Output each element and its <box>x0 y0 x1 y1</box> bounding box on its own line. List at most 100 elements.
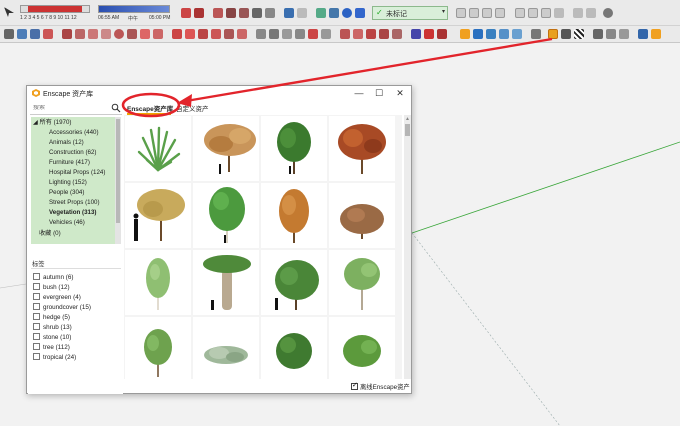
bottom-view-icon[interactable] <box>541 8 551 18</box>
eraser-icon[interactable] <box>43 29 53 39</box>
search-icon[interactable] <box>111 103 121 113</box>
shaded-icon[interactable] <box>239 8 249 18</box>
warehouse-icon[interactable] <box>424 29 434 39</box>
asset-tile-agave[interactable] <box>125 116 191 181</box>
dimension-icon[interactable] <box>269 29 279 39</box>
enscape-materials-icon[interactable] <box>606 29 616 39</box>
asset-tile-red-maple[interactable] <box>329 116 395 181</box>
tree-item-construction[interactable]: Construction (62) <box>31 148 115 158</box>
enscape-info-icon[interactable] <box>651 29 661 39</box>
tree-item-favorites[interactable]: 收藏 (0) <box>31 229 115 239</box>
asset-tile-green-tree[interactable] <box>261 116 327 181</box>
top-view-icon[interactable] <box>469 8 479 18</box>
tape-measure-icon[interactable] <box>256 29 266 39</box>
tree-scrollbar[interactable] <box>115 117 121 244</box>
asset-tile-orange-tree[interactable] <box>261 183 327 248</box>
pan-icon[interactable] <box>329 8 339 18</box>
scale-icon[interactable] <box>224 29 234 39</box>
tag-filter-tree[interactable]: tree (112) <box>33 343 70 353</box>
outliner-icon[interactable] <box>411 29 421 39</box>
asset-tile-sparse-tree[interactable] <box>329 250 395 315</box>
enscape-upload-icon[interactable] <box>561 29 571 39</box>
enscape-qr-icon[interactable] <box>574 29 584 39</box>
tag-filter-stone[interactable]: stone (10) <box>33 333 71 343</box>
tree-item-all[interactable]: ◢ 所有 (1970) <box>31 118 115 128</box>
follow-me-icon[interactable] <box>211 29 221 39</box>
search-input[interactable] <box>33 105 111 111</box>
select-icon[interactable] <box>4 29 14 39</box>
tag-filter-autumn[interactable]: autumn (6) <box>33 273 73 283</box>
enscape-capture-icon[interactable] <box>499 29 509 39</box>
polygon-icon[interactable] <box>127 29 137 39</box>
checkbox[interactable] <box>33 273 40 280</box>
walk-icon[interactable] <box>573 8 583 18</box>
enscape-sync-icon[interactable] <box>473 29 483 39</box>
tag-filter-shrub[interactable]: shrub (13) <box>33 323 72 333</box>
line-icon[interactable] <box>62 29 72 39</box>
shadow-time-slider[interactable] <box>98 5 170 13</box>
title-bar[interactable]: Enscape 资产库 — ☐ ✕ <box>27 86 411 101</box>
checkbox[interactable] <box>33 333 40 340</box>
scroll-up-arrow-icon[interactable]: ▲ <box>405 116 410 122</box>
offline-assets-toggle[interactable]: 离线Enscape资产 <box>351 381 410 391</box>
scroll-thumb[interactable] <box>116 119 120 223</box>
flip-edge-icon[interactable] <box>392 29 402 39</box>
drape-icon[interactable] <box>353 29 363 39</box>
tag-filter-groundcover[interactable]: groundcover (15) <box>33 303 91 313</box>
asset-tile-shrub[interactable] <box>329 317 395 379</box>
close-button[interactable]: ✕ <box>393 87 407 100</box>
asset-tile-bush[interactable] <box>261 317 327 379</box>
zoom-icon[interactable] <box>342 8 352 18</box>
tab-enscape-library[interactable]: Enscape资产库 <box>127 103 173 115</box>
rectangle-icon[interactable] <box>88 29 98 39</box>
search-field[interactable] <box>30 103 122 115</box>
checkbox[interactable] <box>33 343 40 350</box>
asset-tile-yellow-tree[interactable] <box>125 183 191 248</box>
tree-item-lighting[interactable]: Lighting (152) <box>31 178 115 188</box>
tag-filter-evergreen[interactable]: evergreen (4) <box>33 293 81 303</box>
geo-location-icon[interactable] <box>603 8 613 18</box>
look-around-icon[interactable] <box>586 8 596 18</box>
xray-style-icon[interactable] <box>181 8 191 18</box>
extension-icon[interactable] <box>437 29 447 39</box>
arc-icon[interactable] <box>140 29 150 39</box>
move-icon[interactable] <box>172 29 182 39</box>
asset-tile-birch-tree[interactable] <box>193 183 259 248</box>
tag-filter-tropical[interactable]: tropical (24) <box>33 353 76 363</box>
sandbox-icon[interactable] <box>340 29 350 39</box>
stamp-icon[interactable] <box>366 29 376 39</box>
zoom-extents-icon[interactable] <box>355 8 365 18</box>
checkbox[interactable] <box>33 323 40 330</box>
offline-checkbox[interactable] <box>351 381 358 390</box>
iso-view-icon[interactable] <box>456 8 466 18</box>
tree-item-hospital-props[interactable]: Hospital Props (124) <box>31 168 115 178</box>
shadow-month-slider[interactable] <box>20 5 90 13</box>
section-plane-icon[interactable] <box>284 8 294 18</box>
hidden-line-icon[interactable] <box>226 8 236 18</box>
minimize-button[interactable]: — <box>352 87 366 100</box>
axes-icon[interactable] <box>308 29 318 39</box>
enscape-views-icon[interactable] <box>486 29 496 39</box>
component-icon[interactable] <box>17 29 27 39</box>
wireframe-icon[interactable] <box>213 8 223 18</box>
tag-filter-bush[interactable]: bush (12) <box>33 283 70 293</box>
enscape-settings-icon[interactable] <box>593 29 603 39</box>
rotate-icon[interactable] <box>198 29 208 39</box>
tree-item-accessories[interactable]: Accessories (440) <box>31 128 115 138</box>
maximize-button[interactable]: ☐ <box>372 87 386 100</box>
offset-icon[interactable] <box>237 29 247 39</box>
enscape-start-icon[interactable] <box>460 29 470 39</box>
shaded-textures-icon[interactable] <box>252 8 262 18</box>
circle-icon[interactable] <box>114 29 124 39</box>
asset-tile-autumn-tree[interactable] <box>193 116 259 181</box>
camera-position-icon[interactable] <box>554 8 564 18</box>
back-edges-icon[interactable] <box>194 8 204 18</box>
protractor-icon[interactable] <box>282 29 292 39</box>
tree-item-vehicles[interactable]: Vehicles (46) <box>31 218 115 228</box>
freehand-icon[interactable] <box>75 29 85 39</box>
section-cut-icon[interactable] <box>297 8 307 18</box>
tree-item-vegetation[interactable]: Vegetation (313) <box>31 208 115 218</box>
front-view-icon[interactable] <box>482 8 492 18</box>
tree-item-furniture[interactable]: Furniture (417) <box>31 158 115 168</box>
asset-tile-young-tree[interactable] <box>125 250 191 315</box>
